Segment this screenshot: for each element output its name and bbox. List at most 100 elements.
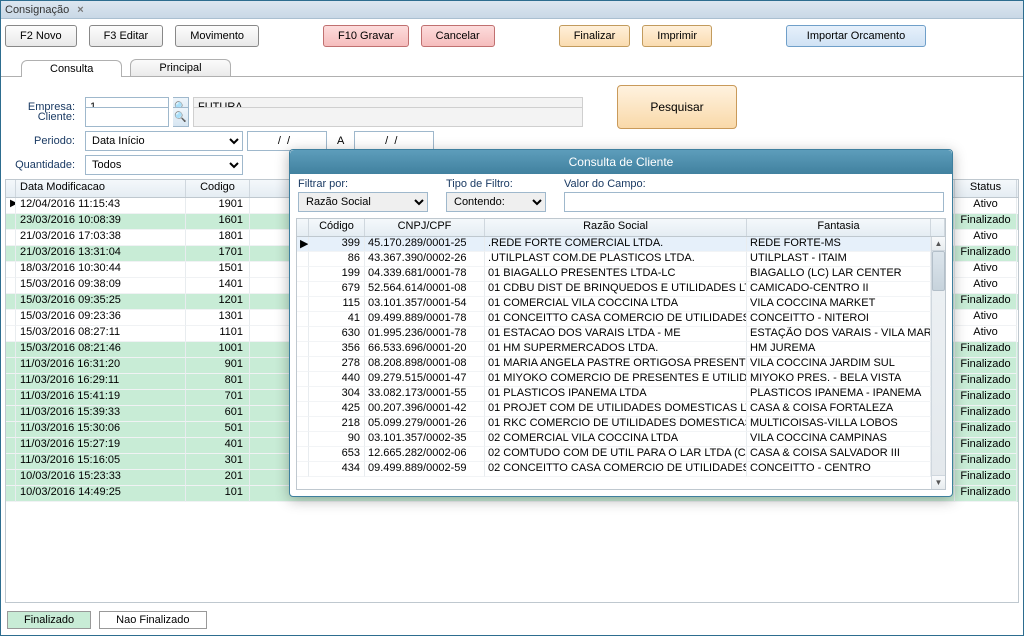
cell-data: 15/03/2016 08:21:46 (16, 342, 186, 358)
legend-nao-finalized: Nao Finalizado (99, 611, 206, 629)
date-separator: A (331, 135, 350, 147)
cell-razao: 02 COMTUDO COM DE UTIL PARA O LAR LTDA (… (485, 447, 747, 462)
col-codigo[interactable]: Codigo (186, 180, 250, 197)
date-to-input[interactable] (354, 131, 434, 151)
modal-row[interactable]: 9003.101.357/0002-3502 COMERCIAL VILA CO… (297, 432, 931, 447)
modal-row[interactable]: ▶39945.170.289/0001-25.REDE FORTE COMERC… (297, 237, 931, 252)
close-tab-icon[interactable]: × (77, 4, 83, 16)
cell-codigo: 1001 (186, 342, 250, 358)
cliente-lookup-icon[interactable]: 🔍 (173, 107, 189, 127)
tipo-filtro-select[interactable]: Contendo: (446, 192, 546, 212)
cell-codigo: 199 (309, 267, 365, 282)
pesquisar-button[interactable]: Pesquisar (617, 85, 737, 129)
cell-codigo: 1301 (186, 310, 250, 326)
cell-fantasia: REDE FORTE-MS (747, 237, 931, 252)
cell-data: 15/03/2016 09:23:36 (16, 310, 186, 326)
modal-row[interactable]: 11503.101.357/0001-5401 COMERCIAL VILA C… (297, 297, 931, 312)
quantidade-select[interactable]: Todos (85, 155, 243, 175)
cell-codigo: 801 (186, 374, 250, 390)
legend: Finalizado Nao Finalizado (7, 611, 207, 629)
cell-status: Finalizado (955, 342, 1017, 358)
modal-row[interactable]: 30433.082.173/0001-5501 PLASTICOS IPANEM… (297, 387, 931, 402)
modal-row[interactable]: 35666.533.696/0001-2001 HM SUPERMERCADOS… (297, 342, 931, 357)
scroll-up-icon[interactable]: ▲ (932, 237, 945, 251)
modal-row[interactable]: 63001.995.236/0001-7801 ESTACAO DOS VARA… (297, 327, 931, 342)
cell-razao: 01 BIAGALLO PRESENTES LTDA-LC (485, 267, 747, 282)
scroll-down-icon[interactable]: ▼ (932, 475, 945, 489)
mcol-fantasia[interactable]: Fantasia (747, 219, 931, 236)
cell-razao: .UTILPLAST COM.DE PLASTICOS LTDA. (485, 252, 747, 267)
modal-row[interactable]: 8643.367.390/0002-26.UTILPLAST COM.DE PL… (297, 252, 931, 267)
modal-row[interactable]: 67952.564.614/0001-0801 CDBU DIST DE BRI… (297, 282, 931, 297)
cell-codigo: 90 (309, 432, 365, 447)
cell-data: 15/03/2016 09:38:09 (16, 278, 186, 294)
cancelar-button[interactable]: Cancelar (421, 25, 495, 47)
cell-data: 15/03/2016 09:35:25 (16, 294, 186, 310)
cell-codigo: 425 (309, 402, 365, 417)
mcol-codigo[interactable]: Código (309, 219, 365, 236)
editar-button[interactable]: F3 Editar (89, 25, 164, 47)
row-marker-icon: ▶ (297, 237, 309, 252)
cell-codigo: 1601 (186, 214, 250, 230)
modal-row[interactable]: 43409.499.889/0002-5902 CONCEITTO CASA C… (297, 462, 931, 477)
valor-campo-input[interactable] (564, 192, 944, 212)
cell-cnpj: 33.082.173/0001-55 (365, 387, 485, 402)
modal-title: Consulta de Cliente (290, 150, 952, 174)
row-marker-icon (297, 327, 309, 342)
tab-principal[interactable]: Principal (130, 59, 230, 76)
imprimir-button[interactable]: Imprimir (642, 25, 712, 47)
col-data[interactable]: Data Modificacao (16, 180, 186, 197)
cell-codigo: 679 (309, 282, 365, 297)
toolbar: F2 Novo F3 Editar Movimento F10 Gravar C… (1, 19, 1023, 55)
cell-status: Finalizado (955, 214, 1017, 230)
modal-row[interactable]: 21805.099.279/0001-2601 RKC COMERCIO DE … (297, 417, 931, 432)
quantidade-label: Quantidade: (11, 159, 81, 171)
modal-row[interactable]: 42500.207.396/0001-4201 PROJET COM DE UT… (297, 402, 931, 417)
cell-razao: 01 PLASTICOS IPANEMA LTDA (485, 387, 747, 402)
cliente-name (193, 107, 583, 127)
gravar-button[interactable]: F10 Gravar (323, 25, 409, 47)
cell-codigo: 653 (309, 447, 365, 462)
row-marker-icon (297, 462, 309, 477)
date-from-input[interactable] (247, 131, 327, 151)
modal-grid-header: Código CNPJ/CPF Razão Social Fantasia (297, 219, 945, 237)
mcol-cnpj[interactable]: CNPJ/CPF (365, 219, 485, 236)
row-marker-icon (297, 432, 309, 447)
modal-scrollbar[interactable]: ▲ ▼ (931, 237, 945, 489)
tab-consulta[interactable]: Consulta (21, 60, 122, 77)
novo-button[interactable]: F2 Novo (5, 25, 77, 47)
cell-data: 10/03/2016 15:23:33 (16, 470, 186, 486)
cell-cnpj: 09.279.515/0001-47 (365, 372, 485, 387)
cell-codigo: 278 (309, 357, 365, 372)
cell-cnpj: 09.499.889/0002-59 (365, 462, 485, 477)
cell-fantasia: ESTAÇÃO DOS VARAIS - VILA MARIANA (747, 327, 931, 342)
window-title: Consignação (5, 4, 69, 16)
row-marker-icon (6, 470, 16, 486)
cell-cnpj: 05.099.279/0001-26 (365, 417, 485, 432)
cell-codigo: 86 (309, 252, 365, 267)
row-marker-icon (6, 278, 16, 294)
movimento-button[interactable]: Movimento (175, 25, 259, 47)
cell-razao: .REDE FORTE COMERCIAL LTDA. (485, 237, 747, 252)
row-marker-icon (297, 357, 309, 372)
row-marker-icon (6, 422, 16, 438)
filtrar-por-select[interactable]: Razão Social (298, 192, 428, 212)
modal-grid[interactable]: Código CNPJ/CPF Razão Social Fantasia ▶3… (296, 218, 946, 490)
mcol-razao[interactable]: Razão Social (485, 219, 747, 236)
row-marker-icon (297, 267, 309, 282)
modal-row[interactable]: 19904.339.681/0001-7801 BIAGALLO PRESENT… (297, 267, 931, 282)
col-status[interactable]: Status (955, 180, 1017, 197)
cell-codigo: 115 (309, 297, 365, 312)
modal-row[interactable]: 4109.499.889/0001-7801 CONCEITTO CASA CO… (297, 312, 931, 327)
cliente-input[interactable] (85, 107, 169, 127)
importar-button[interactable]: Importar Orcamento (786, 25, 926, 47)
scroll-thumb[interactable] (932, 251, 945, 291)
periodo-select[interactable]: Data Início (85, 131, 243, 151)
modal-row[interactable]: 27808.208.898/0001-0801 MARIA ANGELA PAS… (297, 357, 931, 372)
cell-data: 21/03/2016 17:03:38 (16, 230, 186, 246)
finalizar-button[interactable]: Finalizar (559, 25, 631, 47)
modal-row[interactable]: 65312.665.282/0002-0602 COMTUDO COM DE U… (297, 447, 931, 462)
cell-codigo: 1101 (186, 326, 250, 342)
cell-razao: 01 HM SUPERMERCADOS LTDA. (485, 342, 747, 357)
modal-row[interactable]: 44009.279.515/0001-4701 MIYOKO COMERCIO … (297, 372, 931, 387)
